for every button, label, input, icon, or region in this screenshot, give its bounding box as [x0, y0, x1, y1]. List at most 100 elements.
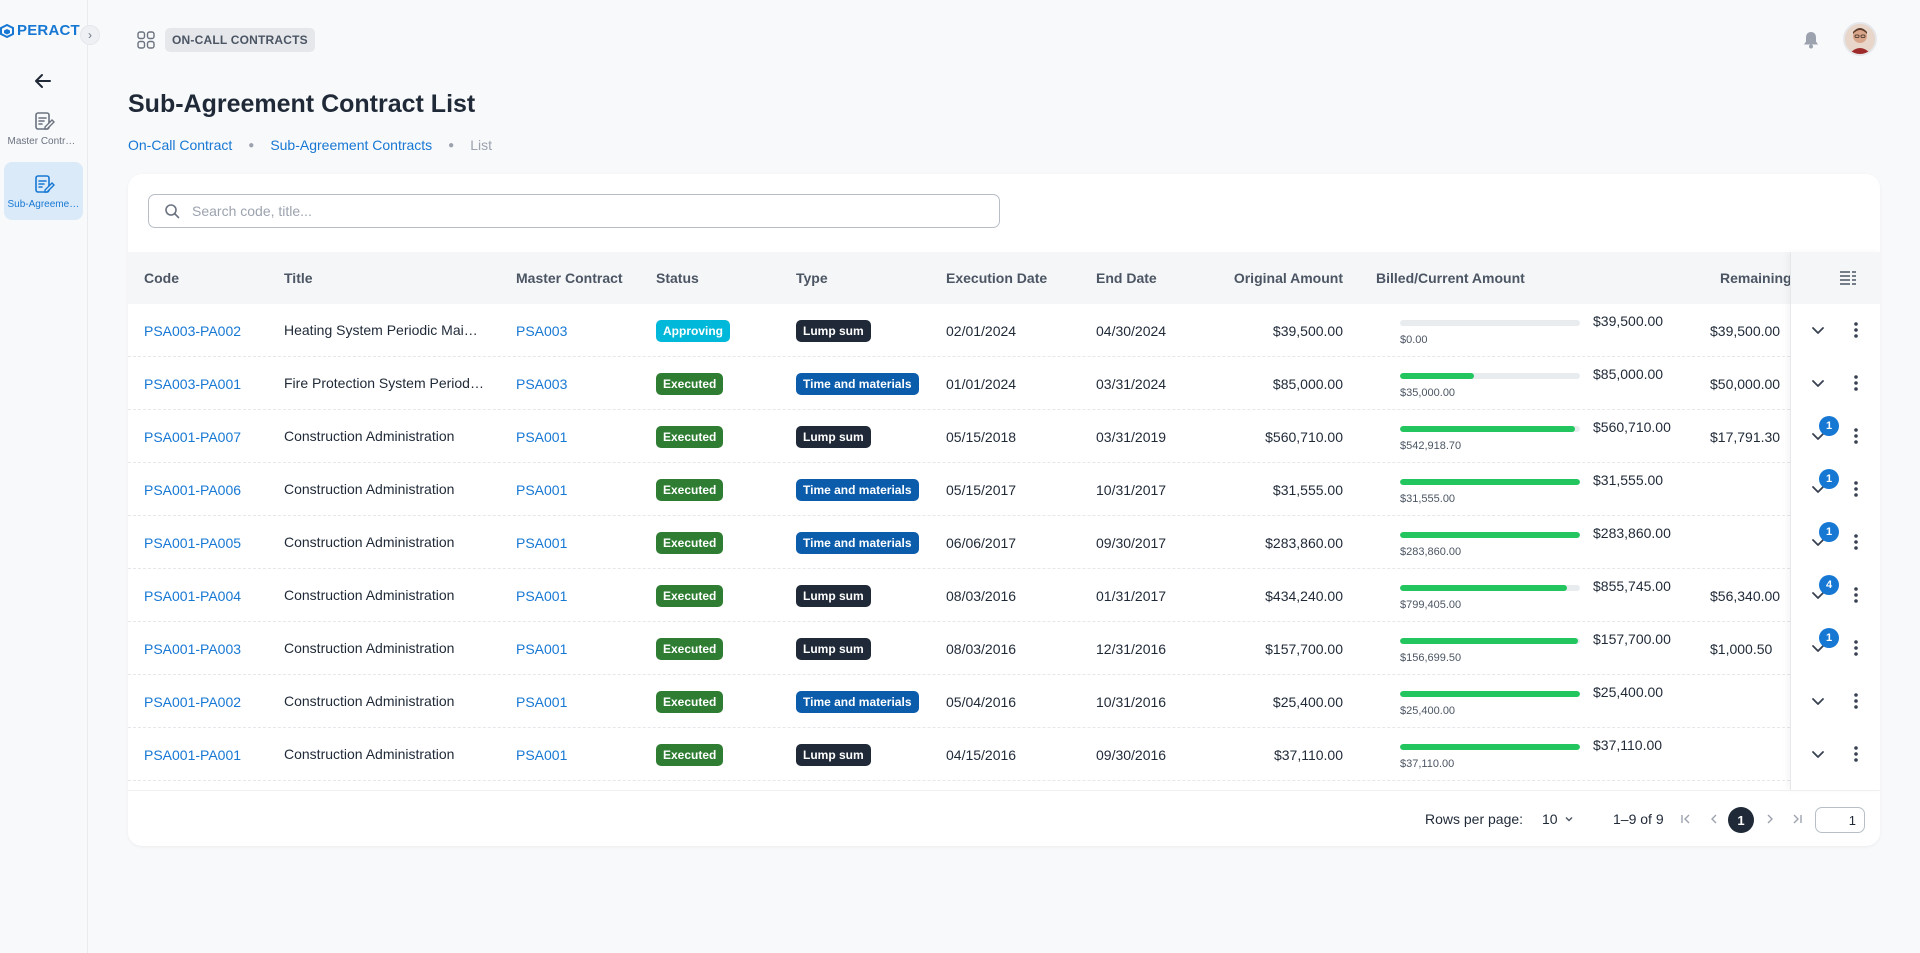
back-arrow-icon[interactable]	[32, 70, 54, 92]
column-header-end-date[interactable]: End Date	[1096, 252, 1157, 304]
bell-icon[interactable]	[1801, 30, 1821, 50]
column-header-title[interactable]: Title	[284, 252, 313, 304]
logo[interactable]: PERACT	[0, 22, 80, 39]
more-vertical-icon[interactable]	[1847, 532, 1865, 552]
master-contract-link[interactable]: PSA001	[516, 516, 567, 569]
more-vertical-icon[interactable]	[1847, 373, 1865, 393]
rows-per-page-select[interactable]: 10	[1542, 811, 1574, 827]
table-row[interactable]: PSA001-PA003 Construction Administration P…	[128, 622, 1880, 675]
master-contract-link[interactable]: PSA001	[516, 569, 567, 622]
more-vertical-icon[interactable]	[1847, 744, 1865, 764]
expand-chevron-icon[interactable]	[1809, 692, 1827, 710]
contract-edit-icon	[34, 111, 55, 130]
more-vertical-icon[interactable]	[1847, 638, 1865, 658]
code-link[interactable]: PSA001-PA002	[144, 675, 241, 728]
master-contract-link[interactable]: PSA001	[516, 410, 567, 463]
current-amount: $39,500.00	[1593, 313, 1664, 329]
master-contract-link[interactable]: PSA001	[516, 728, 567, 781]
page-button-current[interactable]: 1	[1728, 807, 1754, 833]
code-link[interactable]: PSA001-PA006	[144, 463, 241, 516]
billed-amount: $25,400.00	[1400, 705, 1456, 717]
status-badge: Executed	[656, 637, 724, 660]
breadcrumb-link-on-call-contract[interactable]: On-Call Contract	[128, 137, 232, 153]
billed-amount: $156,699.50	[1400, 652, 1462, 664]
master-contract-link[interactable]: PSA001	[516, 463, 567, 516]
billed-current-amount: $156,699.50 $157,700.00	[1400, 622, 1700, 675]
billed-amount: $35,000.00	[1400, 387, 1456, 399]
column-header-master-contract[interactable]: Master Contract	[516, 252, 623, 304]
page-range: 1–9 of 9	[1613, 811, 1664, 827]
next-page-button[interactable]	[1760, 809, 1780, 829]
column-header-code[interactable]: Code	[144, 252, 179, 304]
column-header-type[interactable]: Type	[796, 252, 828, 304]
table-row[interactable]: PSA001-PA005 Construction Administration P…	[128, 516, 1880, 569]
execution-date: 05/15/2017	[946, 481, 1017, 498]
first-page-button[interactable]	[1676, 809, 1696, 829]
code-link[interactable]: PSA001-PA003	[144, 622, 241, 675]
master-contract-link[interactable]: PSA001	[516, 622, 567, 675]
table-row[interactable]: PSA003-PA001 Fire Protection System Perio…	[128, 357, 1880, 410]
master-contract-link[interactable]: PSA003	[516, 304, 567, 357]
code-link[interactable]: PSA003-PA002	[144, 304, 241, 357]
column-header-original-amount[interactable]: Original Amount	[1228, 252, 1343, 304]
expand-chevron-icon[interactable]	[1809, 374, 1827, 392]
sidebar-item-master-contracts[interactable]: Master Contracts	[4, 99, 83, 157]
table-row[interactable]: PSA001-PA004 Construction Administration P…	[128, 569, 1880, 622]
billed-progress-fill	[1400, 373, 1474, 379]
original-amount: $283,860.00	[1265, 534, 1343, 551]
avatar[interactable]	[1843, 22, 1877, 56]
column-header-status[interactable]: Status	[656, 252, 699, 304]
title-cell: Construction Administration	[284, 640, 455, 656]
status-badge: Executed	[656, 372, 724, 395]
billed-current-amount: $25,400.00 $25,400.00	[1400, 675, 1700, 728]
more-vertical-icon[interactable]	[1847, 320, 1865, 340]
search-box[interactable]	[148, 194, 1000, 228]
end-date: 10/31/2016	[1096, 693, 1167, 710]
expand-chevron-icon[interactable]	[1809, 745, 1827, 763]
title-cell: Construction Administration	[284, 481, 455, 497]
sub-item-count-badge: 1	[1819, 469, 1839, 489]
table-row[interactable]: PSA001-PA007 Construction Administration P…	[128, 410, 1880, 463]
code-link[interactable]: PSA001-PA001	[144, 728, 241, 781]
more-vertical-icon[interactable]	[1847, 691, 1865, 711]
table-row[interactable]: PSA001-PA001 Construction Administration P…	[128, 728, 1880, 781]
search-icon	[165, 204, 180, 219]
master-contract-link[interactable]: PSA001	[516, 675, 567, 728]
column-settings-icon[interactable]	[1839, 269, 1857, 287]
code-link[interactable]: PSA003-PA001	[144, 357, 241, 410]
end-date: 03/31/2019	[1096, 428, 1167, 445]
search-input[interactable]	[190, 202, 999, 220]
execution-date: 04/15/2016	[946, 746, 1017, 763]
breadcrumb-link-sub-agreement-contracts[interactable]: Sub-Agreement Contracts	[270, 137, 432, 153]
code-link[interactable]: PSA001-PA004	[144, 569, 241, 622]
more-vertical-icon[interactable]	[1847, 479, 1865, 499]
sidebar-collapse-button[interactable]: ›	[80, 25, 100, 45]
master-contract-link[interactable]: PSA003	[516, 357, 567, 410]
expand-chevron-icon[interactable]	[1809, 321, 1827, 339]
billed-amount: $31,555.00	[1400, 493, 1456, 505]
code-link[interactable]: PSA001-PA007	[144, 410, 241, 463]
last-page-button[interactable]	[1787, 809, 1807, 829]
table-row[interactable]: PSA001-PA002 Construction Administration P…	[128, 675, 1880, 728]
previous-page-button[interactable]	[1704, 809, 1724, 829]
end-date: 12/31/2016	[1096, 640, 1167, 657]
column-header-execution-date[interactable]: Execution Date	[946, 252, 1047, 304]
status-badge: Executed	[656, 743, 724, 766]
more-vertical-icon[interactable]	[1847, 426, 1865, 446]
apps-grid-icon[interactable]	[137, 31, 155, 49]
sidebar-item-sub-agreements[interactable]: Sub-Agreements	[4, 162, 83, 220]
section-chip[interactable]: ON-CALL CONTRACTS	[165, 28, 315, 52]
table-row[interactable]: PSA001-PA006 Construction Administration P…	[128, 463, 1880, 516]
page-number-input[interactable]	[1815, 807, 1865, 833]
table-row[interactable]: PSA003-PA002 Heating System Periodic Main…	[128, 304, 1880, 357]
code-link[interactable]: PSA001-PA005	[144, 516, 241, 569]
original-amount: $85,000.00	[1272, 375, 1343, 392]
column-header-billed-current-amount[interactable]: Billed/Current Amount	[1376, 252, 1525, 304]
billed-current-amount: $799,405.00 $855,745.00	[1400, 569, 1700, 622]
end-date: 04/30/2024	[1096, 322, 1167, 339]
status-badge: Executed	[656, 531, 724, 554]
column-header-remaining[interactable]: Remaining	[1720, 252, 1792, 304]
title-cell: Construction Administration	[284, 693, 455, 709]
status-badge: Approving	[656, 319, 730, 342]
more-vertical-icon[interactable]	[1847, 585, 1865, 605]
